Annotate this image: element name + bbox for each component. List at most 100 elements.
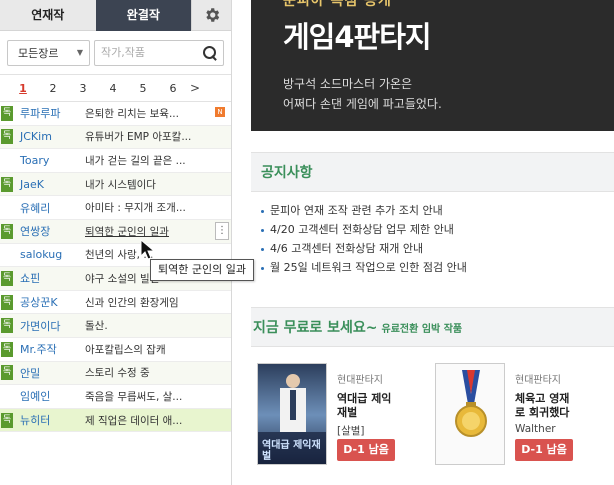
notice-item-text[interactable]: 4/20 고객센터 전화상담 업무 제한 안내 (270, 223, 454, 236)
book-title-line: 로 회귀했다 (515, 406, 570, 419)
author-name[interactable]: 루파루파 (13, 105, 83, 121)
notice-item[interactable]: 문피아 연재 조작 관련 추가 조치 안내 (261, 201, 614, 220)
author-name[interactable]: 가면이다 (13, 318, 83, 334)
author-name[interactable]: 안밀 (13, 365, 83, 381)
list-item[interactable]: 임예인 죽음을 무릅써도, 살... (0, 385, 231, 409)
book-title[interactable]: 체육고 영재 로 회귀했다 (515, 392, 597, 420)
book-author[interactable]: [살별] (337, 423, 419, 438)
book-title-line: 역대급 제익 (337, 392, 392, 405)
exclusive-badge: 독 (1, 223, 13, 239)
list-item[interactable]: 독 JCKim 유튜버가 EMP 아포칼... (0, 125, 231, 150)
exclusive-badge: 독 (1, 412, 13, 428)
search-input[interactable] (101, 46, 201, 59)
author-name[interactable]: 공상꾼K (13, 294, 83, 310)
book-card[interactable]: 현대판타지 체육고 영재 로 회귀했다 Walther D-1 남음 (429, 363, 599, 483)
tab-completed[interactable]: 완결작 (95, 0, 192, 31)
mouse-cursor-icon (140, 239, 156, 260)
author-name[interactable]: Mr.주작 (13, 341, 83, 357)
gear-icon (205, 8, 219, 22)
list-item[interactable]: 독 Mr.주작 아포칼립스의 잡캐 (0, 338, 231, 362)
genre-select[interactable]: 모든장르 ▼ (7, 39, 90, 66)
exclusive-badge (1, 200, 13, 215)
page-2[interactable]: 2 (38, 82, 68, 95)
bullet-icon (261, 209, 264, 213)
list-item[interactable]: 독 연쌍장 퇴역한 군인의 일과 ⋮ (0, 219, 231, 244)
exclusive-badge (1, 247, 13, 262)
novel-title[interactable]: 은퇴한 리치는 보육... (83, 106, 201, 121)
book-title-line: 체육고 영재 (515, 392, 570, 405)
author-name[interactable]: 쇼핀 (13, 270, 83, 286)
book-cover[interactable] (435, 363, 505, 465)
notice-item-text[interactable]: 월 25일 네트워크 작업으로 인한 점검 안내 (270, 261, 467, 274)
book-cover-title: 역대급 제익재벌 (262, 440, 321, 462)
list-item[interactable]: 독 뉴히터 제 직업은 데이터 애... (0, 408, 231, 433)
book-meta: 현대판타지 역대급 제익 재벌 [살별] (337, 371, 419, 438)
novel-title[interactable]: 아미타 : 무지개 조개... (83, 200, 201, 215)
notice-item[interactable]: 월 25일 네트워크 작업으로 인한 점검 안내 (261, 258, 614, 277)
notice-item-text[interactable]: 4/6 고객센터 전화상담 재개 안내 (270, 242, 423, 255)
notice-item[interactable]: 4/6 고객센터 전화상담 재개 안내 (261, 239, 614, 258)
author-name[interactable]: 뉴히터 (13, 412, 83, 428)
tab-serializing[interactable]: 연재작 (0, 0, 96, 31)
next-page-chevron-icon[interactable]: > (190, 81, 200, 95)
novel-title[interactable]: 유튜버가 EMP 아포칼... (83, 129, 201, 144)
banner-desc-line: 어쩌다 손댄 게임에 파고들었다. (283, 97, 442, 111)
page-5[interactable]: 5 (128, 82, 158, 95)
free-section: 지금 무료로 보세요~ 유료전환 임박 작품 역대급 제익재벌 현대판타지 역대… (251, 307, 614, 485)
new-badge: N (215, 107, 225, 117)
promo-banner[interactable]: 문피아 독점 공개 게임4판타지 방구석 소드마스터 가온은 어쩌다 손댄 게임… (251, 0, 614, 131)
notice-section: 공지사항 문피아 연재 조작 관련 추가 조치 안내 4/20 고객센터 전화상… (251, 152, 614, 277)
list-item[interactable]: 독 JaeK 내가 시스템이다 (0, 172, 231, 197)
free-heading-title: 지금 무료로 보세요~ (253, 320, 378, 336)
list-item[interactable]: 독 가면이다 돌산. (0, 314, 231, 338)
novel-title[interactable]: 퇴역한 군인의 일과 (83, 224, 201, 239)
search-icon[interactable] (201, 44, 219, 62)
book-genre: 현대판타지 (515, 375, 561, 386)
author-name[interactable]: JaeK (13, 178, 83, 191)
genre-select-value: 모든장르 (18, 46, 59, 60)
novel-title[interactable]: 아포칼립스의 잡캐 (83, 342, 201, 357)
sidebar-tabs: 연재작 완결작 (0, 0, 231, 31)
exclusive-badge: 독 (1, 365, 13, 381)
book-card[interactable]: 역대급 제익재벌 현대판타지 역대급 제익 재벌 [살별] D-1 남음 (251, 363, 421, 483)
book-title-line: 재벌 (337, 406, 358, 419)
author-name[interactable]: Toary (13, 154, 83, 167)
novel-title[interactable]: 신과 인간의 환장게임 (83, 295, 201, 310)
chevron-down-icon: ▼ (76, 48, 83, 57)
page-4[interactable]: 4 (98, 82, 128, 95)
exclusive-badge: 독 (1, 176, 13, 192)
book-cover[interactable]: 역대급 제익재벌 (257, 363, 327, 465)
author-name[interactable]: salokug (13, 248, 83, 261)
exclusive-badge: 독 (1, 105, 13, 121)
list-item[interactable]: 독 공상꾼K 신과 인간의 환장게임 (0, 291, 231, 315)
list-item[interactable]: Toary 내가 걷는 길의 끝은 ... (0, 149, 231, 173)
novel-title[interactable]: 돌산. (83, 318, 201, 333)
search-box (94, 39, 224, 66)
exclusive-badge: 독 (1, 341, 13, 357)
author-name[interactable]: 유혜리 (13, 200, 83, 216)
novel-title[interactable]: 스토리 수정 중 (83, 365, 201, 380)
novel-title[interactable]: 죽음을 무릅써도, 살... (83, 389, 201, 404)
book-title[interactable]: 역대급 제익 재벌 (337, 392, 419, 420)
notice-item[interactable]: 4/20 고객센터 전화상담 업무 제한 안내 (261, 220, 614, 239)
page-3[interactable]: 3 (68, 82, 98, 95)
more-options-icon[interactable]: ⋮ (215, 221, 229, 240)
notice-heading[interactable]: 공지사항 (251, 152, 614, 192)
settings-gear-icon[interactable] (191, 0, 231, 31)
bullet-icon (261, 247, 264, 251)
novel-title[interactable]: 내가 시스템이다 (83, 177, 201, 192)
page-1[interactable]: 1 (8, 82, 38, 95)
list-item[interactable]: 독 루파루파 은퇴한 리치는 보육... N (0, 102, 231, 126)
book-author[interactable]: Walther (515, 423, 597, 435)
notice-item-text[interactable]: 문피아 연재 조작 관련 추가 조치 안내 (270, 204, 443, 217)
page-6[interactable]: 6 (158, 82, 188, 95)
list-item[interactable]: 유혜리 아미타 : 무지개 조개... (0, 196, 231, 220)
author-name[interactable]: 임예인 (13, 388, 83, 404)
novel-title[interactable]: 제 직업은 데이터 애... (83, 413, 201, 428)
author-name[interactable]: JCKim (13, 130, 83, 143)
list-item[interactable]: 독 안밀 스토리 수정 중 (0, 361, 231, 386)
bullet-icon (261, 266, 264, 270)
novel-title[interactable]: 내가 걷는 길의 끝은 ... (83, 153, 201, 168)
author-name[interactable]: 연쌍장 (13, 223, 83, 239)
banner-desc-line: 방구석 소드마스터 가온은 (283, 77, 413, 91)
